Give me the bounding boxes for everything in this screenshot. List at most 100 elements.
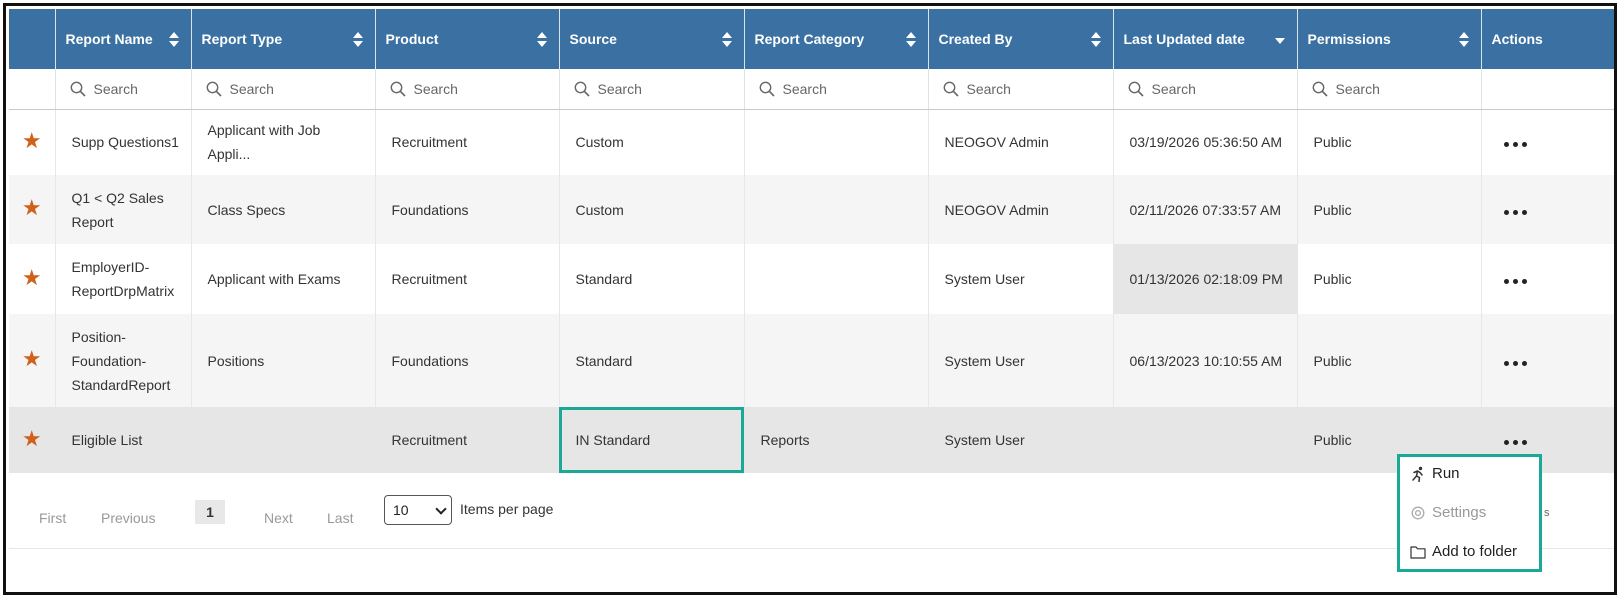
report-name-cell[interactable]: Position-Foundation-StandardReport [55,314,192,407]
header-permissions[interactable]: Permissions [1297,9,1482,69]
last-updated-cell [1113,407,1298,473]
created-by-search[interactable]: Search [928,69,1114,110]
search-placeholder: Search [966,80,1011,97]
favorite-cell[interactable]: ★ [9,244,56,314]
sort-icon[interactable] [536,32,547,48]
more-horizontal-icon[interactable] [1498,136,1533,153]
sort-descending-icon[interactable] [1274,38,1285,44]
table-row[interactable]: ★ Q1 < Q2 Sales Report Class Specs Found… [9,175,1614,244]
created-by-cell: NEOGOV Admin [928,109,1114,175]
menu-item-settings[interactable]: Settings [1410,504,1486,521]
permissions-cell: Public [1297,314,1482,407]
folder-icon [1410,545,1426,559]
product-cell: Recruitment [375,407,560,473]
menu-item-label: Run [1432,465,1460,482]
search-placeholder: Search [597,80,642,97]
filter-row: Search Search Search Search Search Searc… [9,69,1614,110]
source-search[interactable]: Search [559,69,745,110]
report-category-search[interactable]: Search [744,69,929,110]
favorite-cell[interactable]: ★ [9,407,56,473]
current-page[interactable]: 1 [195,500,225,524]
actions-cell [1481,244,1614,314]
menu-item-run[interactable]: Run [1410,465,1460,482]
header-report-name[interactable]: Report Name [55,9,192,69]
page-size-select[interactable]: 10 [384,495,452,525]
permissions-cell: Public [1297,244,1482,314]
actions-cell [1481,109,1614,175]
report-name-cell[interactable]: Q1 < Q2 Sales Report [55,175,192,244]
more-horizontal-icon[interactable] [1498,204,1533,221]
report-category-cell: Reports [744,407,929,473]
report-category-cell [744,175,929,244]
report-category-cell [744,109,929,175]
favorite-cell[interactable]: ★ [9,314,56,407]
actions-cell [1481,314,1614,407]
sort-icon[interactable] [721,32,732,48]
last-page-link[interactable]: Last [327,510,353,526]
header-report-type[interactable]: Report Type [191,9,376,69]
permissions-search[interactable]: Search [1297,69,1482,110]
report-name-cell[interactable]: Supp Questions1 [55,109,192,175]
search-icon [1128,81,1144,97]
star-icon[interactable]: ★ [22,346,42,371]
report-type-search[interactable]: Search [191,69,376,110]
created-by-cell: System User [928,244,1114,314]
sort-icon[interactable] [1458,32,1469,48]
header-last-updated-date[interactable]: Last Updated date [1113,9,1298,69]
report-name-cell[interactable]: Eligible List [55,407,192,473]
star-icon[interactable]: ★ [22,265,42,290]
source-cell: IN Standard [559,407,745,473]
search-icon [759,81,775,97]
search-icon [390,81,406,97]
search-placeholder: Search [413,80,458,97]
last-updated-cell: 06/13/2023 10:10:55 AM [1113,314,1298,407]
created-by-cell: System User [928,407,1114,473]
star-icon[interactable]: ★ [22,195,42,220]
table-row[interactable]: ★ Eligible List Recruitment IN Standard … [9,407,1614,473]
first-page-link[interactable]: First [39,510,66,526]
header-report-category[interactable]: Report Category [744,9,929,69]
favorite-cell[interactable]: ★ [9,109,56,175]
search-icon [206,81,222,97]
header-created-by[interactable]: Created By [928,9,1114,69]
report-name-cell[interactable]: EmployerID-ReportDrpMatrix [55,244,192,314]
product-cell: Recruitment [375,244,560,314]
page-size-value: 10 [393,502,409,518]
product-cell: Recruitment [375,109,560,175]
favorite-cell[interactable]: ★ [9,175,56,244]
reports-table: Report Name Report Type Product Source R… [9,9,1614,473]
header-actions: Actions [1481,9,1614,69]
created-by-cell: System User [928,314,1114,407]
page-count-fragment: s [1544,507,1550,519]
running-person-icon [1412,466,1423,482]
product-search[interactable]: Search [375,69,560,110]
product-cell: Foundations [375,175,560,244]
previous-page-link[interactable]: Previous [101,510,155,526]
sort-icon[interactable] [352,32,363,48]
search-placeholder: Search [93,80,138,97]
report-name-search[interactable]: Search [55,69,192,110]
filter-empty-cell [1481,69,1614,110]
more-horizontal-icon[interactable] [1498,355,1533,372]
report-type-cell: Applicant with Exams [191,244,376,314]
report-type-cell: Positions [191,314,376,407]
more-horizontal-icon[interactable] [1498,434,1533,451]
sort-icon[interactable] [1090,32,1101,48]
search-icon [574,81,590,97]
star-icon[interactable]: ★ [22,426,42,451]
table-row[interactable]: ★ Position-Foundation-StandardReport Pos… [9,314,1614,407]
header-product[interactable]: Product [375,9,560,69]
next-page-link[interactable]: Next [264,510,293,526]
menu-item-add-to-folder[interactable]: Add to folder [1410,543,1517,560]
report-type-cell: Class Specs [191,175,376,244]
permissions-cell: Public [1297,109,1482,175]
sort-icon[interactable] [905,32,916,48]
last-updated-search[interactable]: Search [1113,69,1298,110]
more-horizontal-icon[interactable] [1498,273,1533,290]
table-row[interactable]: ★ Supp Questions1 Applicant with Job App… [9,109,1614,175]
last-updated-cell: 03/19/2026 05:36:50 AM [1113,109,1298,175]
header-source[interactable]: Source [559,9,745,69]
sort-icon[interactable] [168,32,179,48]
table-row[interactable]: ★ EmployerID-ReportDrpMatrix Applicant w… [9,244,1614,314]
star-icon[interactable]: ★ [22,128,42,153]
